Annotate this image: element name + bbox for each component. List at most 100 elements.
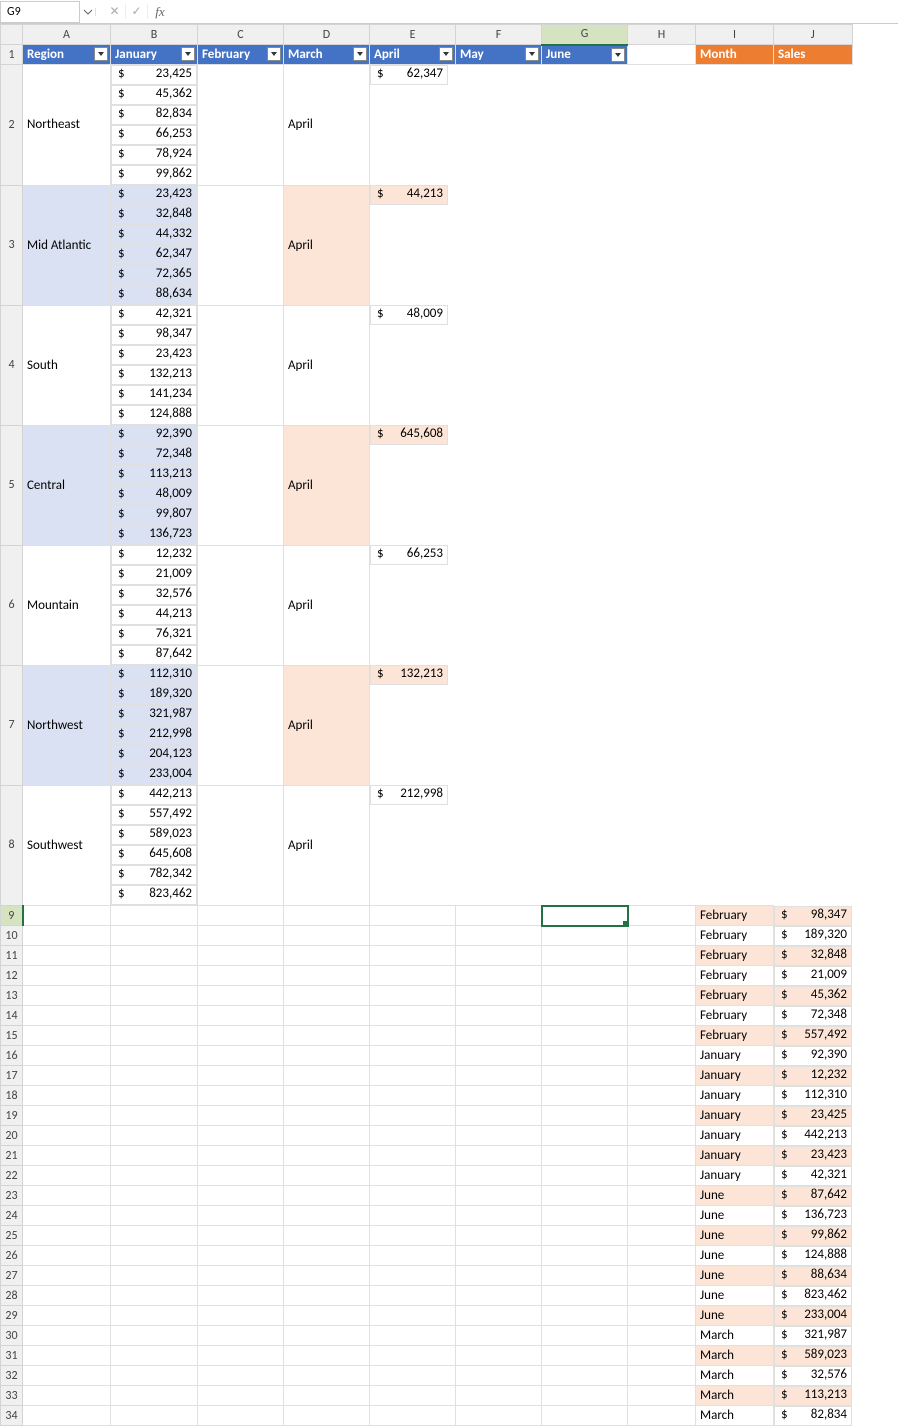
cell-I23[interactable]: June [696,1186,774,1206]
cell-F14[interactable] [456,1006,542,1026]
cell-H12[interactable] [628,966,696,986]
cell-F17[interactable] [456,1066,542,1086]
cell-D24[interactable] [284,1206,370,1226]
cell-F22[interactable] [456,1166,542,1186]
cell-E2[interactable]: $66,253 [111,125,197,145]
cell-E18[interactable] [370,1086,456,1106]
cell-B12[interactable] [111,966,198,986]
cell-D12[interactable] [284,966,370,986]
spreadsheet-grid[interactable]: ABCDEFGHIJ1RegionJanuaryFebruaryMarchApr… [0,24,898,1426]
cell-D32[interactable] [284,1366,370,1386]
cell-J27[interactable]: $88,634 [774,1266,852,1286]
cell-B31[interactable] [111,1346,198,1366]
cell-F16[interactable] [456,1046,542,1066]
filter-dropdown-icon[interactable] [94,47,108,61]
cell-A27[interactable] [23,1266,111,1286]
cell-J29[interactable]: $233,004 [774,1306,852,1326]
cell-B16[interactable] [111,1046,198,1066]
cell-H18[interactable] [628,1086,696,1106]
cell-J3[interactable]: $44,213 [370,185,448,205]
cell-D4[interactable]: $23,423 [111,345,197,365]
cell-F26[interactable] [456,1246,542,1266]
cell-H22[interactable] [628,1166,696,1186]
cell-J6[interactable]: $66,253 [370,545,448,565]
cell-D30[interactable] [284,1326,370,1346]
row-header-12[interactable]: 12 [1,966,23,986]
cell-I32[interactable]: March [696,1366,774,1386]
cell-C15[interactable] [198,1026,284,1046]
cell-H8[interactable] [198,785,284,906]
row-header-10[interactable]: 10 [1,926,23,946]
cell-E23[interactable] [370,1186,456,1206]
cell-G33[interactable] [542,1386,628,1406]
cell-J32[interactable]: $32,576 [774,1366,852,1386]
cell-J25[interactable]: $99,862 [774,1226,852,1246]
cell-B23[interactable] [111,1186,198,1206]
row-header-23[interactable]: 23 [1,1186,23,1206]
cell-H16[interactable] [628,1046,696,1066]
cell-B9[interactable] [111,906,198,926]
cell-I20[interactable]: January [696,1126,774,1146]
cell-E1[interactable]: April [370,45,456,65]
cell-C20[interactable] [198,1126,284,1146]
cell-G31[interactable] [542,1346,628,1366]
cell-A11[interactable] [23,946,111,966]
cell-A28[interactable] [23,1286,111,1306]
row-header-24[interactable]: 24 [1,1206,23,1226]
cell-G17[interactable] [542,1066,628,1086]
cell-B27[interactable] [111,1266,198,1286]
cell-D3[interactable]: $44,332 [111,225,197,245]
cell-A2[interactable]: Northeast [23,65,111,186]
cell-F1[interactable]: May [456,45,542,65]
cell-G4[interactable]: $124,888 [111,405,197,425]
cell-J14[interactable]: $72,348 [774,1006,852,1026]
cell-H1[interactable] [628,45,696,65]
cell-H3[interactable] [198,185,284,305]
cell-G24[interactable] [542,1206,628,1226]
cell-H10[interactable] [628,926,696,946]
cell-J1[interactable]: Sales [774,45,853,65]
cell-A32[interactable] [23,1366,111,1386]
cell-H17[interactable] [628,1066,696,1086]
cell-H6[interactable] [198,545,284,665]
cell-H20[interactable] [628,1126,696,1146]
cell-D29[interactable] [284,1306,370,1326]
cell-C13[interactable] [198,986,284,1006]
name-box[interactable]: G9 [0,1,80,23]
cell-B17[interactable] [111,1066,198,1086]
cell-H33[interactable] [628,1386,696,1406]
cell-B7[interactable]: $112,310 [111,665,197,685]
cell-J26[interactable]: $124,888 [774,1246,852,1266]
row-header-27[interactable]: 27 [1,1266,23,1286]
cell-G5[interactable]: $136,723 [111,525,197,545]
cell-E12[interactable] [370,966,456,986]
cell-E10[interactable] [370,926,456,946]
cell-A17[interactable] [23,1066,111,1086]
cell-B18[interactable] [111,1086,198,1106]
cell-A7[interactable]: Northwest [23,665,111,785]
row-header-15[interactable]: 15 [1,1026,23,1046]
cell-G23[interactable] [542,1186,628,1206]
cell-B10[interactable] [111,926,198,946]
cell-E32[interactable] [370,1366,456,1386]
cell-F34[interactable] [456,1406,542,1426]
cell-G32[interactable] [542,1366,628,1386]
cell-B30[interactable] [111,1326,198,1346]
cell-B24[interactable] [111,1206,198,1226]
cell-D31[interactable] [284,1346,370,1366]
row-header-14[interactable]: 14 [1,1006,23,1026]
cell-J24[interactable]: $136,723 [774,1206,852,1226]
cell-C16[interactable] [198,1046,284,1066]
cell-H26[interactable] [628,1246,696,1266]
cell-B2[interactable]: $23,425 [111,65,197,85]
cell-I21[interactable]: January [696,1146,774,1166]
cell-J28[interactable]: $823,462 [774,1286,852,1306]
cell-A18[interactable] [23,1086,111,1106]
cell-I14[interactable]: February [696,1006,774,1026]
row-header-26[interactable]: 26 [1,1246,23,1266]
cell-I28[interactable]: June [696,1286,774,1306]
row-header-3[interactable]: 3 [1,185,23,305]
filter-dropdown-icon[interactable] [525,47,539,61]
cell-A25[interactable] [23,1226,111,1246]
cell-D26[interactable] [284,1246,370,1266]
